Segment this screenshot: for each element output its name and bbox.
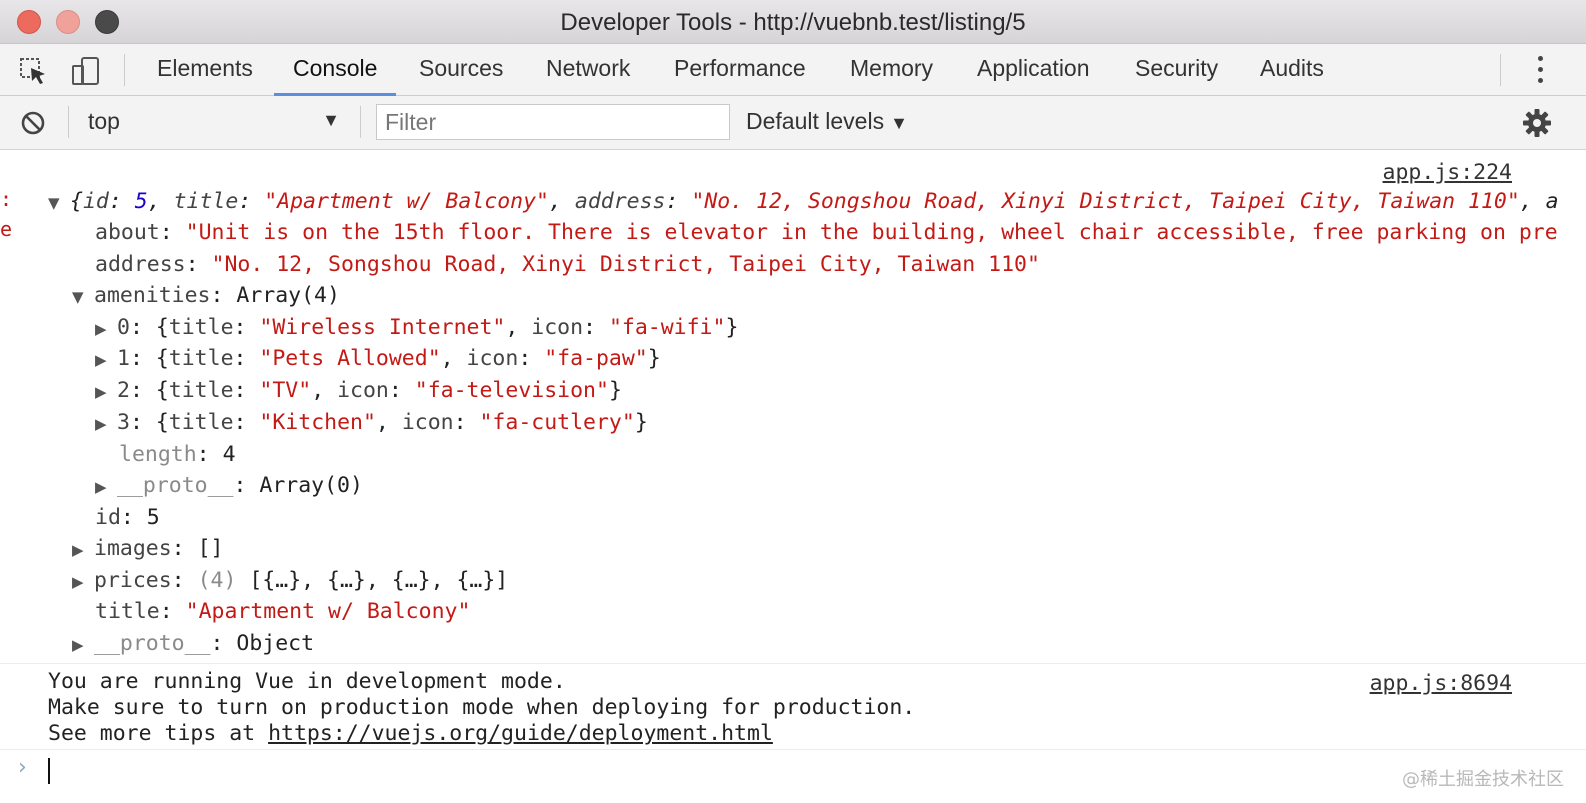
array-item-row[interactable]: ▶ 1: {title: "Pets Allowed", icon: "fa-pa…: [95, 343, 661, 376]
property-row-object-proto[interactable]: ▶ __proto__: Object: [72, 628, 314, 661]
console-message-line: See more tips at https://vuejs.org/guide…: [48, 721, 773, 746]
tab-application[interactable]: Application: [977, 55, 1090, 96]
log-levels-select[interactable]: Default levels ▼: [746, 108, 908, 135]
tab-audits[interactable]: Audits: [1260, 55, 1324, 96]
context-select[interactable]: top ▼: [88, 108, 346, 138]
tab-security[interactable]: Security: [1135, 55, 1218, 96]
console-input-caret[interactable]: [48, 758, 50, 784]
expanded-triangle-icon[interactable]: ▼: [48, 188, 70, 219]
edge-mark: :: [0, 187, 13, 211]
window-titlebar: Developer Tools - http://vuebnb.test/lis…: [0, 0, 1586, 44]
array-item-row[interactable]: ▶ 2: {title: "TV", icon: "fa-television"}: [95, 375, 622, 408]
array-item-row[interactable]: ▶ 3: {title: "Kitchen", icon: "fa-cutlery…: [95, 407, 648, 440]
dropdown-arrow-icon: ▼: [890, 113, 908, 133]
property-row-amenities[interactable]: ▼ amenities: Array(4): [72, 280, 340, 313]
property-row-length: length: 4: [119, 442, 236, 467]
tabbar-separator: [1500, 54, 1501, 86]
collapsed-triangle-icon[interactable]: ▶: [72, 630, 94, 661]
property-row-address: address: "No. 12, Songshou Road, Xinyi D…: [95, 252, 1040, 277]
collapsed-triangle-icon[interactable]: ▶: [72, 535, 94, 566]
log-levels-label: Default levels: [746, 108, 885, 134]
devtools-tabbar: Elements Console Sources Network Perform…: [0, 44, 1586, 96]
deployment-docs-link[interactable]: https://vuejs.org/guide/deployment.html: [268, 721, 773, 746]
property-row-title: title: "Apartment w/ Balcony": [95, 599, 471, 624]
clear-console-icon[interactable]: [20, 110, 46, 136]
more-options-icon[interactable]: [1536, 56, 1544, 86]
property-row-array-proto[interactable]: ▶ __proto__: Array(0): [95, 470, 363, 503]
device-toolbar-icon[interactable]: [70, 56, 100, 86]
source-link[interactable]: app.js:224: [1383, 160, 1512, 185]
context-value: top: [88, 108, 120, 134]
property-row-images[interactable]: ▶ images: []: [72, 533, 223, 566]
message-separator: [0, 663, 1586, 664]
gear-icon[interactable]: [1522, 108, 1552, 138]
source-link[interactable]: app.js:8694: [1370, 671, 1512, 696]
watermark: @稀土掘金技术社区: [1402, 769, 1564, 790]
collapsed-triangle-icon[interactable]: ▶: [72, 567, 94, 598]
collapsed-triangle-icon[interactable]: ▶: [95, 472, 117, 503]
dropdown-arrow-icon: ▼: [322, 110, 340, 130]
tab-memory[interactable]: Memory: [850, 55, 933, 96]
tab-sources[interactable]: Sources: [419, 55, 503, 96]
property-row-id: id: 5: [95, 505, 160, 530]
inspect-element-icon[interactable]: [18, 56, 48, 86]
window-title: Developer Tools - http://vuebnb.test/lis…: [560, 9, 1026, 36]
collapsed-triangle-icon[interactable]: ▶: [95, 314, 117, 345]
console-output: app.js:224 : e ▼ {id: 5, title: "Apartmen…: [0, 151, 1586, 803]
tab-console[interactable]: Console: [274, 55, 397, 96]
message-separator: [0, 749, 1586, 750]
tab-elements[interactable]: Elements: [157, 55, 253, 96]
collapsed-triangle-icon[interactable]: ▶: [95, 377, 117, 408]
property-row-about: about: "Unit is on the 15th floor. There…: [95, 220, 1558, 245]
edge-mark: e: [0, 217, 13, 241]
tab-performance[interactable]: Performance: [674, 55, 806, 96]
collapsed-triangle-icon[interactable]: ▶: [95, 345, 117, 376]
console-message-line: You are running Vue in development mode.: [48, 669, 566, 694]
prompt-chevron-icon: ›: [18, 755, 27, 780]
object-summary-row[interactable]: ▼ {id: 5, title: "Apartment w/ Balcony", …: [48, 186, 1559, 219]
tabbar-separator: [124, 54, 125, 86]
filterbar-separator: [68, 106, 69, 138]
property-row-prices[interactable]: ▶ prices: (4) [{…}, {…}, {…}, {…}]: [72, 565, 508, 598]
filterbar-separator: [360, 106, 361, 138]
expanded-triangle-icon[interactable]: ▼: [72, 282, 94, 313]
array-item-row[interactable]: ▶ 0: {title: "Wireless Internet", icon: "…: [95, 312, 738, 345]
console-message-line: Make sure to turn on production mode whe…: [48, 695, 916, 720]
console-filterbar: top ▼ Default levels▼: [0, 96, 1586, 150]
filter-input[interactable]: [376, 104, 730, 140]
tab-network[interactable]: Network: [546, 55, 630, 96]
collapsed-triangle-icon[interactable]: ▶: [95, 409, 117, 440]
